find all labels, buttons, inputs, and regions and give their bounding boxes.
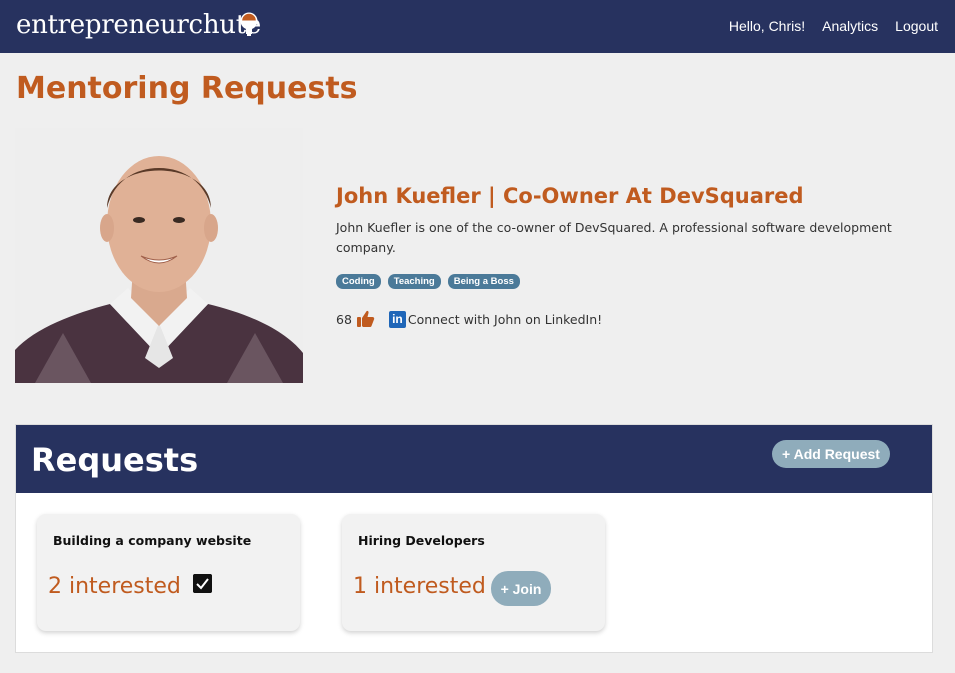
join-button[interactable]: + Join xyxy=(491,571,551,606)
page-title: Mentoring Requests xyxy=(16,71,358,106)
requests-title: Requests xyxy=(31,441,199,479)
add-request-button[interactable]: + Add Request xyxy=(772,440,890,468)
profile-photo-illustration xyxy=(15,128,303,383)
interest-count: 2 interested xyxy=(48,574,181,599)
request-card[interactable]: Building a company website 2 interested xyxy=(37,514,300,631)
skill-tags: Coding Teaching Being a Boss xyxy=(336,274,520,289)
mentor-name-heading: John Kuefler | Co-Owner At DevSquared xyxy=(336,184,804,208)
likes-counter[interactable]: 68 xyxy=(336,310,375,328)
likes-count: 68 xyxy=(336,311,352,327)
nav-greeting-link[interactable]: Hello, Chris! xyxy=(729,17,805,35)
top-nav-bar: entrepreneurchute Hello, Chris! Analytic… xyxy=(0,0,955,53)
brand-logo-text[interactable]: entrepreneurchute xyxy=(16,8,261,42)
nav-analytics-link[interactable]: Analytics xyxy=(822,17,878,35)
interest-count: 1 interested xyxy=(353,574,486,599)
skill-tag[interactable]: Being a Boss xyxy=(447,274,520,289)
skill-tag[interactable]: Coding xyxy=(336,274,381,289)
linkedin-link-label: Connect with John on LinkedIn! xyxy=(407,311,603,327)
thumbs-up-icon xyxy=(356,310,375,327)
nav-logout-link[interactable]: Logout xyxy=(895,17,938,35)
profile-photo xyxy=(15,128,303,383)
request-card[interactable]: Hiring Developers 1 interested + Join xyxy=(342,514,605,631)
mentor-description: John Kuefler is one of the co-owner of D… xyxy=(336,220,892,255)
lightbulb-icon xyxy=(240,12,258,36)
request-title: Hiring Developers xyxy=(358,533,485,548)
skill-tag[interactable]: Teaching xyxy=(387,274,441,289)
linkedin-icon: in xyxy=(388,310,406,328)
joined-checkbox-icon[interactable] xyxy=(193,574,212,593)
nav-links: Hello, Chris! Analytics Logout xyxy=(712,17,938,35)
mentor-stats: 68 in Connect with John on LinkedIn! xyxy=(336,310,602,328)
linkedin-link[interactable]: in Connect with John on LinkedIn! xyxy=(388,310,603,328)
requests-header: Requests + Add Request xyxy=(16,425,932,493)
request-title: Building a company website xyxy=(53,533,252,548)
requests-panel: Requests + Add Request Building a compan… xyxy=(15,424,933,653)
